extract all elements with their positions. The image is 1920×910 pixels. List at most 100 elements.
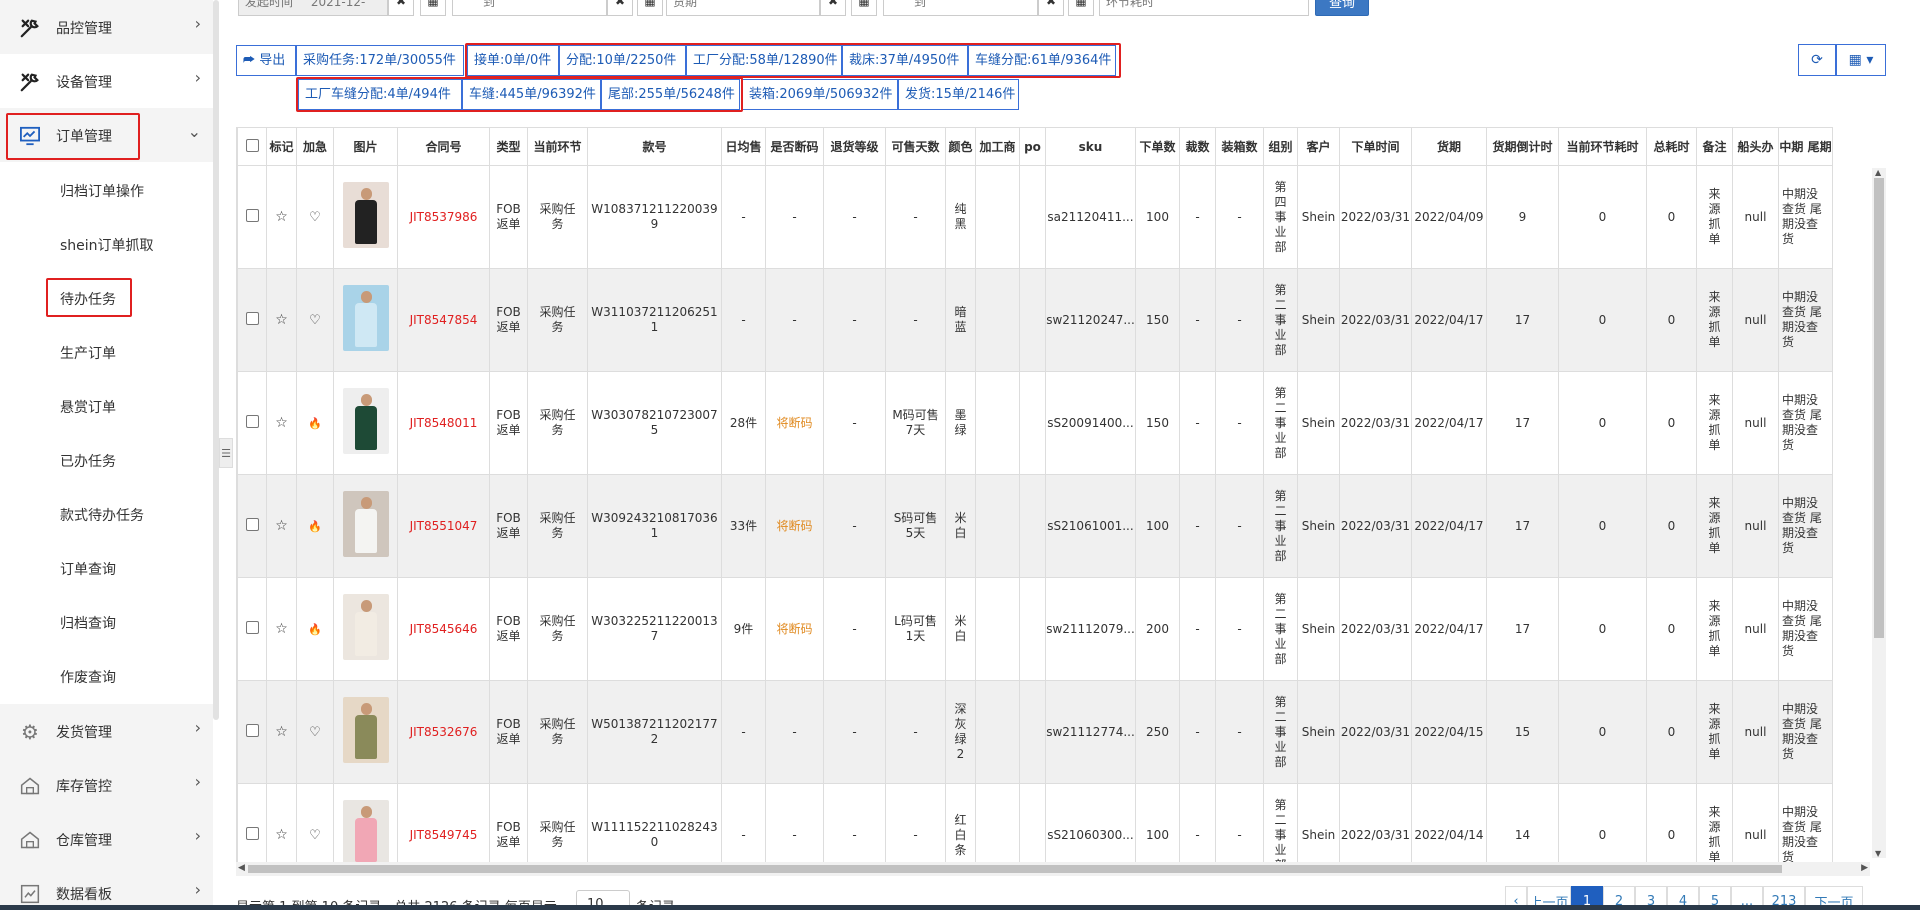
refresh-icon[interactable]: ⟳ — [1798, 44, 1836, 76]
star-icon[interactable]: ☆ — [266, 577, 297, 681]
star-icon[interactable]: ☆ — [266, 680, 297, 784]
star-icon[interactable]: ☆ — [266, 371, 297, 475]
product-thumbnail[interactable] — [342, 594, 389, 660]
star-icon[interactable]: ☆ — [266, 268, 297, 372]
table-row[interactable]: ☆ ♡ JIT8532676 FOB返单 采购任务 W5013872112021772- -… — [237, 680, 1833, 784]
vertical-scrollbar[interactable]: ▲ ▼ — [1872, 168, 1886, 858]
fire-icon[interactable]: 🔥 — [296, 474, 334, 578]
scroll-left-icon[interactable]: ◀ — [238, 863, 245, 873]
delivery-field[interactable]: 货期 — [666, 0, 820, 16]
product-thumbnail[interactable] — [342, 800, 389, 862]
stat-accept[interactable]: 接单:0单/0件 — [467, 45, 559, 76]
sub-item-shein-fetch[interactable]: shein订单抓取 — [60, 235, 154, 255]
sub-item-archive-ops[interactable]: 归档订单操作 — [60, 181, 144, 201]
row-select-cell[interactable] — [237, 165, 267, 269]
nav-item-quality[interactable]: 品控管理 › — [0, 0, 213, 54]
export-button[interactable]: ⮫ 导出 — [236, 45, 296, 76]
columns-toggle-button[interactable]: ▦ ▾ — [1836, 44, 1886, 76]
row-select-cell[interactable] — [237, 268, 267, 372]
sub-item-bounty[interactable]: 悬赏订单 — [60, 397, 116, 417]
delivery-end-field[interactable]: 到 — [883, 0, 1038, 16]
scrollbar-thumb[interactable] — [248, 865, 1782, 873]
scrollbar-thumb[interactable] — [1874, 178, 1884, 638]
calendar-icon[interactable]: ▦ — [420, 0, 446, 16]
contract-number[interactable]: JIT8532676 — [397, 680, 490, 784]
contract-number[interactable]: JIT8548011 — [397, 371, 490, 475]
sub-item-todo[interactable]: 待办任务 — [60, 289, 116, 309]
stat-sewing[interactable]: 车缝:445单/96392件 — [462, 79, 601, 110]
sub-item-style-todo[interactable]: 款式待办任务 — [60, 505, 144, 525]
stat-shipping[interactable]: 发货:15单/2146件 — [898, 79, 1019, 110]
row-checkbox[interactable] — [245, 723, 259, 737]
row-checkbox[interactable] — [245, 208, 259, 222]
product-thumbnail[interactable] — [342, 182, 389, 248]
contract-number[interactable]: JIT8537986 — [397, 165, 490, 269]
contract-number[interactable]: JIT8549745 — [397, 783, 490, 862]
table-row[interactable]: ☆ 🔥 JIT8551047 FOB返单 采购任务 W3092432108170361 33… — [237, 474, 1833, 578]
contract-number[interactable]: JIT8545646 — [397, 577, 490, 681]
row-checkbox[interactable] — [245, 517, 259, 531]
stat-factory-sewing-assign[interactable]: 工厂车缝分配:4单/494件 — [298, 79, 462, 110]
sub-item-done[interactable]: 已办任务 — [60, 451, 116, 471]
nav-item-dashboard[interactable]: 数据看板 › — [0, 866, 213, 910]
stage-time-field[interactable]: 环节耗时 — [1099, 0, 1309, 16]
row-checkbox[interactable] — [245, 311, 259, 325]
calendar-icon[interactable]: ▦ — [637, 0, 663, 16]
stat-purchase[interactable]: 采购任务:172单/30055件 — [296, 45, 464, 76]
nav-item-orders[interactable]: 订单管理 ⌄ — [0, 108, 213, 162]
select-all-checkbox[interactable] — [245, 138, 259, 152]
table-row[interactable]: ☆ 🔥 JIT8548011 FOB返单 采购任务 W3030782107230075 28… — [237, 371, 1833, 475]
clear-icon[interactable]: ✖ — [1038, 0, 1064, 16]
collapse-sidebar-icon[interactable]: ☰ — [219, 438, 233, 468]
sub-item-production[interactable]: 生产订单 — [60, 343, 116, 363]
stat-cutting[interactable]: 裁床:37单/4950件 — [842, 45, 968, 76]
stat-tail[interactable]: 尾部:255单/56248件 — [601, 79, 740, 110]
row-select-cell[interactable] — [237, 577, 267, 681]
row-select-cell[interactable] — [237, 783, 267, 862]
start-time-field[interactable]: 发起时间 2021-12- — [238, 0, 388, 16]
clear-icon[interactable]: ✖ — [607, 0, 633, 16]
stat-assign[interactable]: 分配:10单/2250件 — [559, 45, 686, 76]
horizontal-scrollbar[interactable]: ◀ ▶ — [236, 862, 1870, 876]
scroll-down-icon[interactable]: ▼ — [1875, 849, 1881, 858]
product-thumbnail[interactable] — [342, 285, 389, 351]
product-thumbnail[interactable] — [342, 388, 389, 454]
search-button[interactable]: 查询 — [1315, 0, 1369, 16]
clear-icon[interactable]: ✖ — [820, 0, 846, 16]
contract-number[interactable]: JIT8551047 — [397, 474, 490, 578]
sub-item-order-query[interactable]: 订单查询 — [60, 559, 116, 579]
contract-number[interactable]: JIT8547854 — [397, 268, 490, 372]
nav-item-shipping[interactable]: ⚙ 发货管理 › — [0, 704, 213, 758]
row-select-cell[interactable] — [237, 474, 267, 578]
row-checkbox[interactable] — [245, 414, 259, 428]
table-row[interactable]: ☆ 🔥 JIT8545646 FOB返单 采购任务 W3032252112200137 9件… — [237, 577, 1833, 681]
scroll-up-icon[interactable]: ▲ — [1875, 168, 1881, 177]
nav-item-inventory[interactable]: 库存管控 › — [0, 758, 213, 812]
scroll-right-icon[interactable]: ▶ — [1861, 863, 1868, 873]
table-row[interactable]: ☆ ♡ JIT8547854 FOB返单 采购任务 W3110372112062511- -… — [237, 268, 1833, 372]
calendar-icon[interactable]: ▦ — [1068, 0, 1094, 16]
select-all-header[interactable] — [237, 127, 267, 166]
row-checkbox[interactable] — [245, 826, 259, 840]
row-select-cell[interactable] — [237, 680, 267, 784]
stat-packing[interactable]: 装箱:2069单/506932件 — [742, 79, 898, 110]
end-time-field[interactable]: 到 — [452, 0, 607, 16]
heart-icon[interactable]: ♡ — [296, 268, 334, 372]
heart-icon[interactable]: ♡ — [296, 680, 334, 784]
sub-item-void-query[interactable]: 作废查询 — [60, 667, 116, 687]
sidebar-scrollbar[interactable] — [213, 0, 219, 720]
clear-icon[interactable]: ✖ — [388, 0, 414, 16]
star-icon[interactable]: ☆ — [266, 165, 297, 269]
stat-factory-assign[interactable]: 工厂分配:58单/12890件 — [686, 45, 842, 76]
stat-sewing-assign[interactable]: 车缝分配:61单/9364件 — [968, 45, 1116, 76]
table-row[interactable]: ☆ ♡ JIT8537986 FOB返单 采购任务 W1083712112200399- -… — [237, 165, 1833, 269]
row-checkbox[interactable] — [245, 620, 259, 634]
nav-item-warehouse[interactable]: 仓库管理 › — [0, 812, 213, 866]
nav-item-device[interactable]: 设备管理 › — [0, 54, 213, 108]
product-thumbnail[interactable] — [342, 697, 389, 763]
fire-icon[interactable]: 🔥 — [296, 371, 334, 475]
row-select-cell[interactable] — [237, 371, 267, 475]
heart-icon[interactable]: ♡ — [296, 783, 334, 862]
star-icon[interactable]: ☆ — [266, 783, 297, 862]
sub-item-archive-query[interactable]: 归档查询 — [60, 613, 116, 633]
